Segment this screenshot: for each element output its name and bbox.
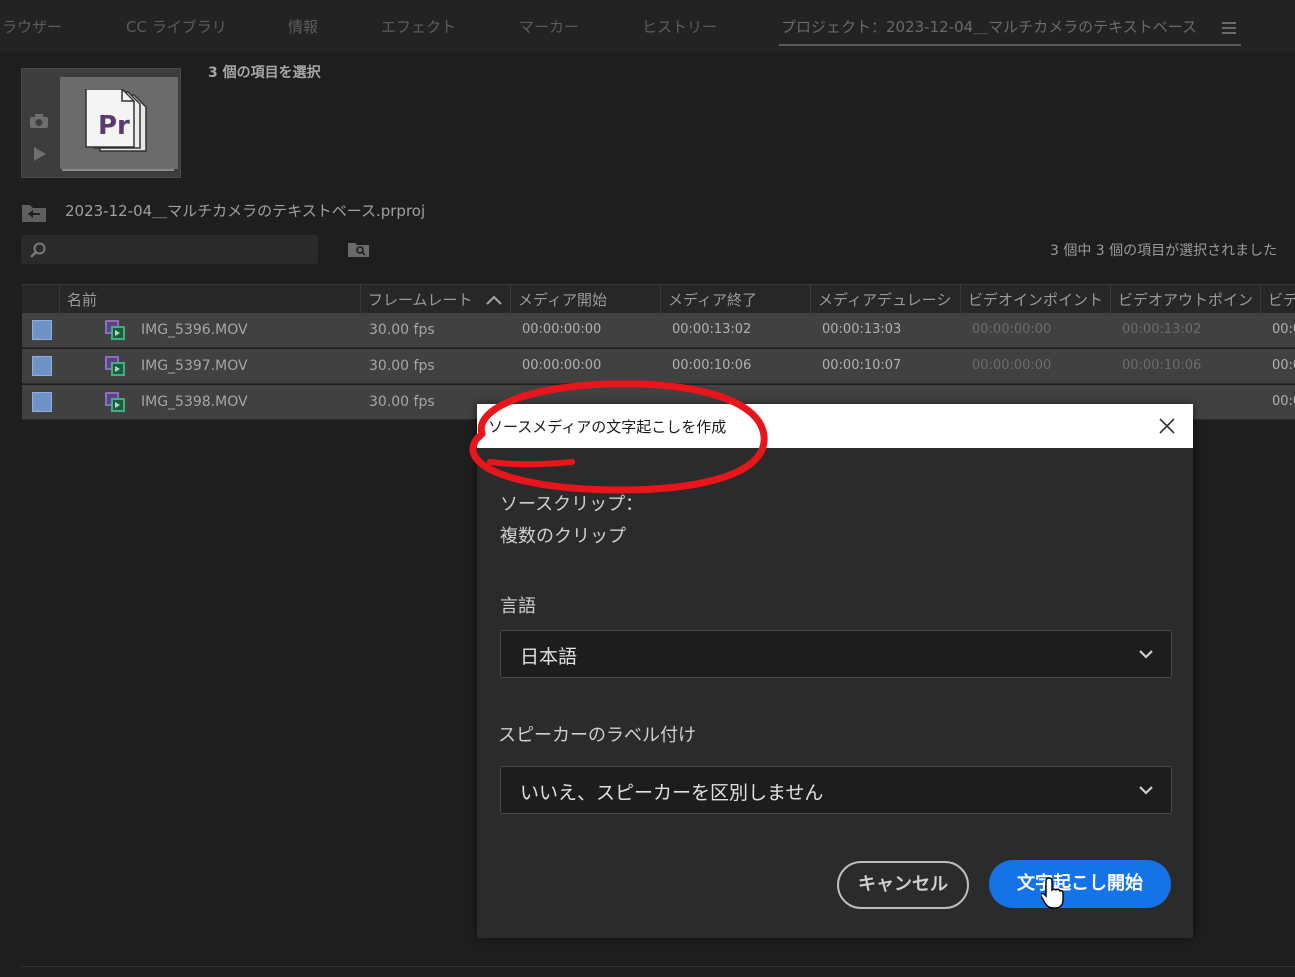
chevron-down-icon <box>1139 650 1153 659</box>
column-header-frame-rate[interactable]: フレームレート <box>368 289 473 310</box>
hand-cursor-icon <box>1041 877 1064 909</box>
media-duration: 00:00:10:07 <box>822 358 902 373</box>
clip-name[interactable]: IMG_5398.MOV <box>141 394 248 410</box>
search-icon <box>30 242 46 258</box>
sort-ascending-icon[interactable] <box>486 295 502 305</box>
preview-frame: Pr <box>60 77 178 169</box>
panel-menu-icon[interactable] <box>1222 22 1236 34</box>
row-checkbox[interactable] <box>32 320 52 340</box>
premiere-logo-text: Pr <box>98 111 130 141</box>
language-label: 言語 <box>500 596 536 617</box>
frame-rate: 30.00 fps <box>369 394 435 410</box>
column-divider <box>960 285 961 313</box>
clip-name[interactable]: IMG_5396.MOV <box>141 322 248 338</box>
column-divider <box>1110 285 1111 313</box>
red-annotation-circle <box>469 380 768 494</box>
tab-info[interactable]: 情報 <box>288 16 318 37</box>
video-extra: 00:0 <box>1272 322 1295 337</box>
column-divider <box>660 285 661 313</box>
panel-tab-bar: ラウザー CC ライブラリ 情報 エフェクト マーカー ヒストリー プロジェクト… <box>0 0 1295 52</box>
search-input[interactable] <box>21 235 318 264</box>
project-file-name: 2023-12-04＿マルチカメラのテキストベース.prproj <box>65 202 426 220</box>
language-dropdown[interactable]: 日本語 <box>500 630 1172 678</box>
media-start: 00:00:00:00 <box>522 322 602 337</box>
project-folder-icon[interactable] <box>21 203 47 223</box>
video-clip-icon <box>105 320 125 340</box>
video-clip-icon <box>105 356 125 376</box>
column-divider <box>1260 285 1261 313</box>
column-divider <box>59 285 60 313</box>
active-tab-underline <box>779 44 1241 46</box>
video-out-point: 00:00:13:02 <box>1122 322 1202 337</box>
tab-markers[interactable]: マーカー <box>519 16 579 37</box>
preview-thumbnail: Pr <box>21 68 181 178</box>
table-header: 名前 フレームレート メディア開始 メディア終了 メディアデュレーシ ビデオイン… <box>22 284 1295 314</box>
camera-icon[interactable] <box>29 113 49 129</box>
tab-browser[interactable]: ラウザー <box>2 16 62 37</box>
frame-rate: 30.00 fps <box>369 358 435 374</box>
source-clip-value: 複数のクリップ <box>500 526 626 547</box>
panel-bottom-border <box>22 966 1295 967</box>
table-row[interactable]: IMG_5396.MOV 30.00 fps 00:00:00:00 00:00… <box>22 313 1295 348</box>
video-out-point: 00:00:10:06 <box>1122 358 1202 373</box>
selection-status: 3 個中 3 個の項目が選択されました <box>1050 243 1278 259</box>
video-extra: 00:0 <box>1272 394 1295 409</box>
column-header-video[interactable]: ビデ <box>1268 289 1295 310</box>
tab-cc-libraries[interactable]: CC ライブラリ <box>126 16 227 37</box>
column-header-video-in[interactable]: ビデオインポイント <box>968 289 1103 310</box>
column-divider <box>360 285 361 313</box>
speaker-labeling-dropdown[interactable]: いいえ、スピーカーを区別しません <box>500 766 1172 814</box>
find-icon[interactable] <box>347 240 371 258</box>
column-header-media-duration[interactable]: メディアデュレーシ <box>818 289 951 310</box>
column-header-media-end[interactable]: メディア終了 <box>668 289 757 310</box>
chevron-down-icon <box>1139 786 1153 795</box>
column-divider <box>510 285 511 313</box>
play-icon[interactable] <box>32 146 48 162</box>
column-header-name[interactable]: 名前 <box>67 289 97 310</box>
tab-effects[interactable]: エフェクト <box>381 16 456 37</box>
column-divider <box>810 285 811 313</box>
preview-progress-bar <box>62 169 174 171</box>
language-selected-value: 日本語 <box>520 646 578 668</box>
speaker-selected-value: いいえ、スピーカーを区別しません <box>520 782 824 804</box>
media-duration: 00:00:13:03 <box>822 322 902 337</box>
start-transcription-button[interactable]: 文字起こし開始 <box>989 860 1171 908</box>
media-start: 00:00:00:00 <box>522 358 602 373</box>
video-extra: 00:0 <box>1272 358 1295 373</box>
close-icon[interactable] <box>1157 416 1177 436</box>
frame-rate: 30.00 fps <box>369 322 435 338</box>
tab-history[interactable]: ヒストリー <box>642 16 717 37</box>
clip-name[interactable]: IMG_5397.MOV <box>141 358 248 374</box>
speaker-label: スピーカーのラベル付け <box>498 725 696 746</box>
row-checkbox[interactable] <box>32 392 52 412</box>
selected-items-heading: 3 個の項目を選択 <box>208 65 321 81</box>
video-in-point: 00:00:00:00 <box>972 358 1052 373</box>
video-in-point: 00:00:00:00 <box>972 322 1052 337</box>
video-clip-icon <box>105 392 125 412</box>
tab-project[interactable]: プロジェクト：2023-12-04＿マルチカメラのテキストベース <box>781 16 1197 37</box>
row-checkbox[interactable] <box>32 356 52 376</box>
media-end: 00:00:13:02 <box>672 322 752 337</box>
column-header-media-start[interactable]: メディア開始 <box>518 289 607 310</box>
media-end: 00:00:10:06 <box>672 358 752 373</box>
cancel-button[interactable]: キャンセル <box>837 861 969 909</box>
column-header-video-out[interactable]: ビデオアウトポイン <box>1118 289 1253 310</box>
